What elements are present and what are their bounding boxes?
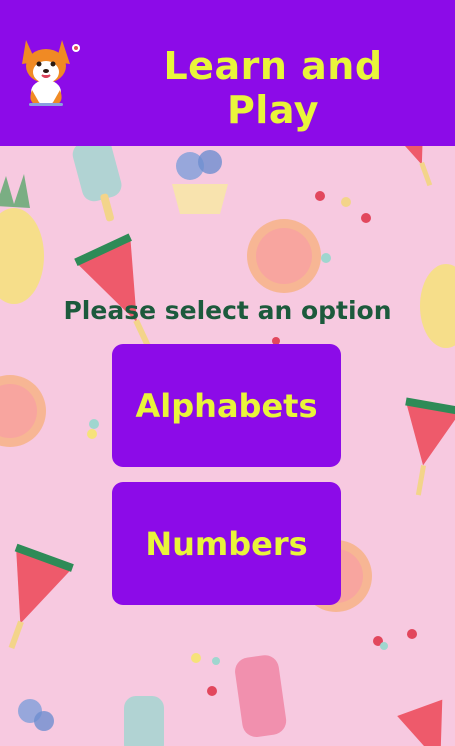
select-option-prompt: Please select an option bbox=[63, 296, 392, 325]
numbers-button[interactable]: Numbers bbox=[112, 482, 341, 605]
app-header: Learn and Play bbox=[0, 0, 455, 146]
app-title: Learn and Play bbox=[163, 44, 383, 132]
alphabets-button[interactable]: Alphabets bbox=[112, 344, 341, 467]
corgi-dog-icon bbox=[22, 40, 80, 106]
